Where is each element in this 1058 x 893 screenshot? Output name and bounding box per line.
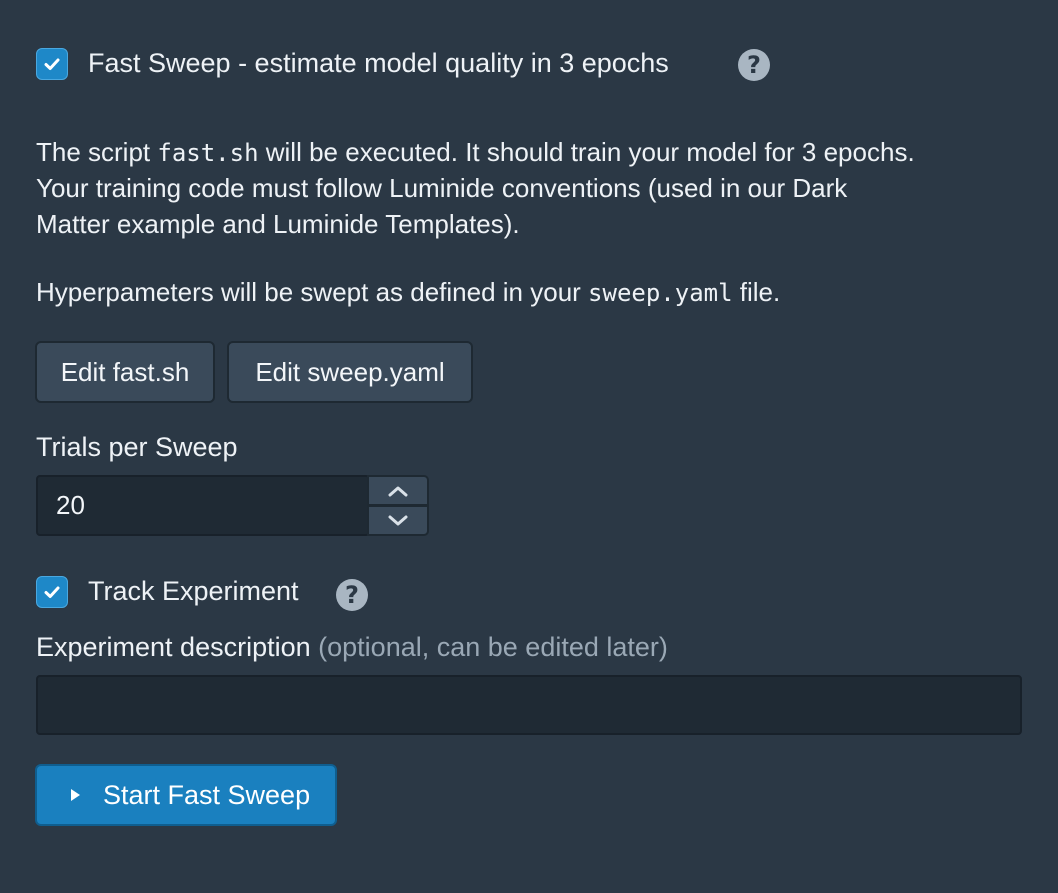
edit-fast-sh-button[interactable]: Edit fast.sh xyxy=(35,341,215,403)
experiment-description-hint: (optional, can be edited later) xyxy=(318,632,668,662)
decrement-button[interactable] xyxy=(367,505,429,536)
start-fast-sweep-label: Start Fast Sweep xyxy=(103,779,311,810)
track-experiment-label: Track Experiment xyxy=(88,576,299,606)
checkmark-icon xyxy=(44,58,60,70)
experiment-description-label: Experiment description (optional, can be… xyxy=(36,632,668,662)
description-line-1: The script fast.sh will be executed. It … xyxy=(36,137,915,167)
experiment-description-input[interactable] xyxy=(36,675,1022,735)
track-experiment-checkbox[interactable] xyxy=(36,576,68,608)
sweep-filename: sweep.yaml xyxy=(588,279,733,307)
hyperparameters-text: Hyperpameters will be swept as defined i… xyxy=(36,277,781,307)
script-filename: fast.sh xyxy=(157,139,259,167)
question-circle-icon[interactable]: ? xyxy=(738,49,770,81)
trials-per-sweep-label: Trials per Sweep xyxy=(36,432,238,462)
chevron-down-icon xyxy=(388,515,408,525)
description-line-3: Matter example and Luminide Templates). xyxy=(36,209,520,239)
trials-per-sweep-input[interactable]: 20 xyxy=(36,475,370,536)
fast-sweep-checkbox[interactable] xyxy=(36,48,68,80)
play-triangle-icon xyxy=(71,789,80,801)
edit-sweep-yaml-button[interactable]: Edit sweep.yaml xyxy=(227,341,473,403)
chevron-up-icon xyxy=(388,486,408,496)
increment-button[interactable] xyxy=(367,475,429,506)
question-circle-icon[interactable]: ? xyxy=(336,579,368,611)
fast-sweep-label: Fast Sweep - estimate model quality in 3… xyxy=(88,48,669,78)
start-fast-sweep-button[interactable]: Start Fast Sweep xyxy=(35,764,337,826)
description-line-2: Your training code must follow Luminide … xyxy=(36,173,848,203)
checkmark-icon xyxy=(44,586,60,598)
